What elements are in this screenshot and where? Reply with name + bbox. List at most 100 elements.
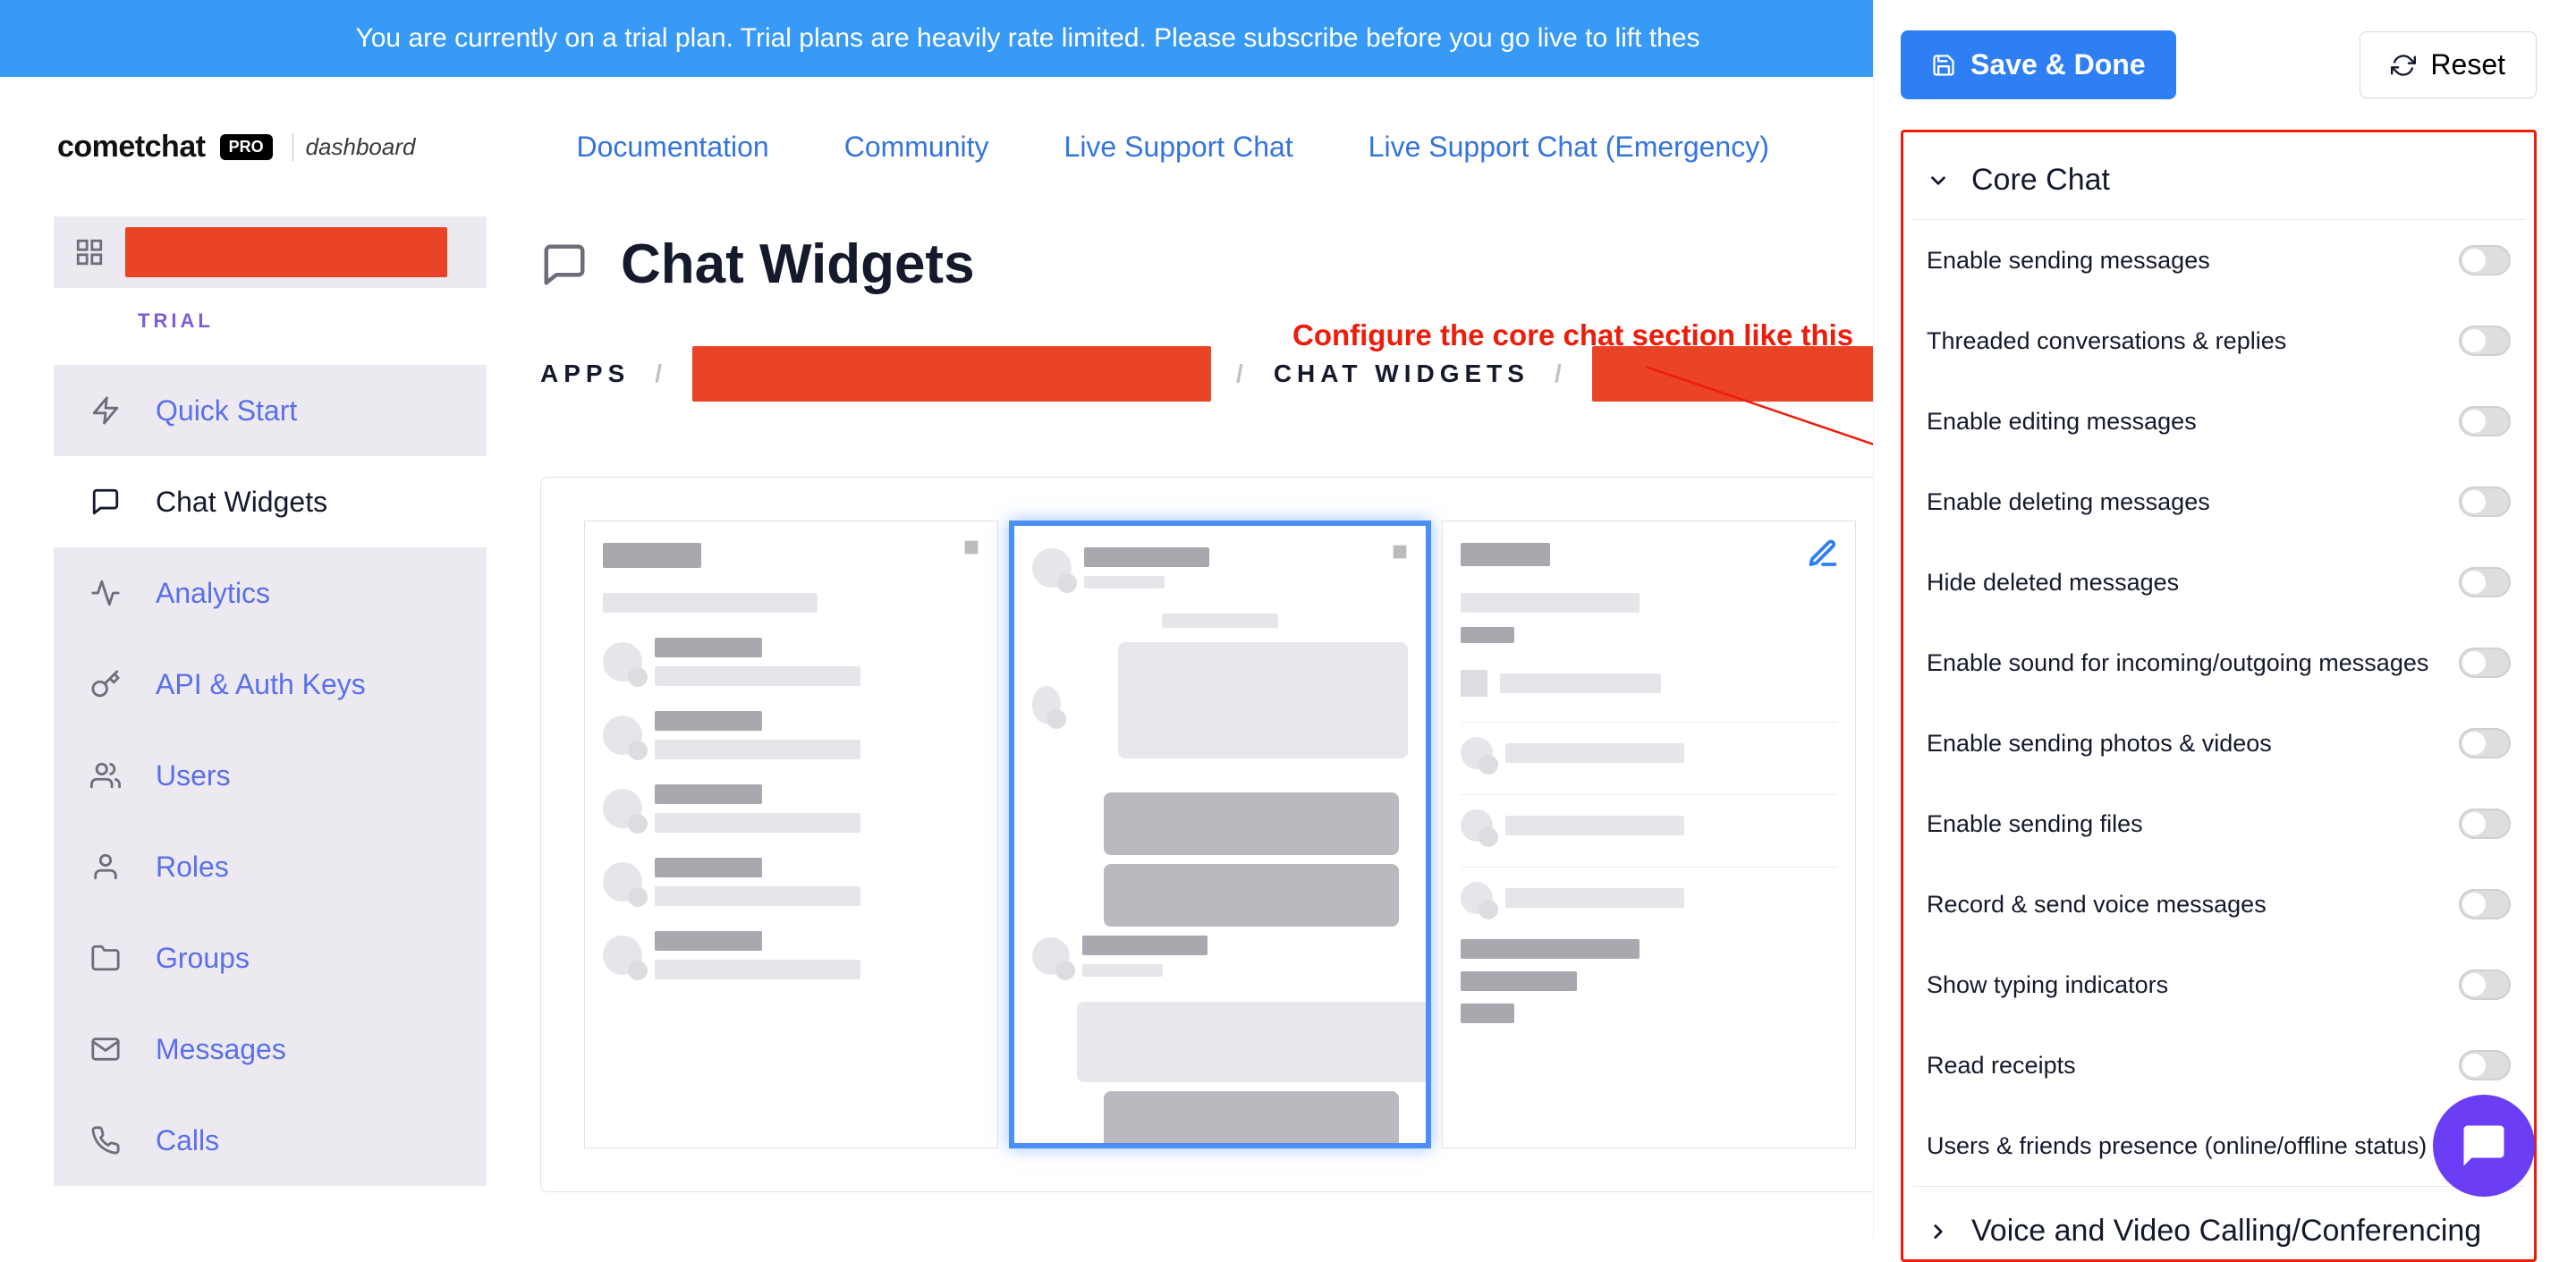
toggle-row: Enable editing messages xyxy=(1912,381,2525,462)
toggle-label: Enable sending photos & videos xyxy=(1927,730,2272,758)
app-name-redacted xyxy=(125,227,447,277)
voice-video-header[interactable]: Voice and Video Calling/Conferencing xyxy=(1912,1186,2525,1262)
toggle-switch[interactable] xyxy=(2459,406,2511,436)
chat-icon xyxy=(540,241,589,289)
logo-name: cometchat xyxy=(57,130,206,165)
sidebar-item-messages[interactable]: Messages xyxy=(54,1004,487,1095)
phone-icon xyxy=(86,1121,125,1160)
sidebar-item-users[interactable]: Users xyxy=(54,730,487,821)
voice-video-title: Voice and Video Calling/Conferencing xyxy=(1971,1214,2481,1249)
sidebar-item-quick-start[interactable]: Quick Start xyxy=(54,365,487,456)
toggle-label: Record & send voice messages xyxy=(1927,891,2267,919)
breadcrumb-sep: / xyxy=(655,360,667,388)
sidebar-item-label: Groups xyxy=(156,942,250,975)
toggle-switch[interactable] xyxy=(2459,326,2511,356)
sidebar-item-roles[interactable]: Roles xyxy=(54,821,487,912)
activity-icon xyxy=(86,573,125,613)
trial-chip: TRIAL xyxy=(125,302,226,340)
annotation-text: Configure the core chat section like thi… xyxy=(1292,318,1853,352)
widget-preview xyxy=(540,477,1900,1192)
toggle-label: Enable deleting messages xyxy=(1927,488,2210,516)
toggle-row: Hide deleted messages xyxy=(1912,542,2525,623)
bolt-icon xyxy=(86,391,125,430)
reset-icon xyxy=(2391,53,2416,78)
toggle-row: Enable sending messages xyxy=(1912,220,2525,301)
sidebar-item-label: Messages xyxy=(156,1033,286,1066)
edit-icon[interactable] xyxy=(1807,538,1839,570)
apps-grid-icon xyxy=(68,231,111,274)
breadcrumb-sep: / xyxy=(1555,360,1567,388)
chevron-down-icon xyxy=(1927,169,1950,192)
toggle-label: Users & friends presence (online/offline… xyxy=(1927,1132,2440,1160)
users-icon xyxy=(86,756,125,795)
toggle-switch[interactable] xyxy=(2459,970,2511,1000)
toggle-row: Record & send voice messages xyxy=(1912,864,2525,944)
toggle-switch[interactable] xyxy=(2459,567,2511,597)
sidebar-nav: Quick Start Chat Widgets Analytics API &… xyxy=(54,365,487,1186)
toggle-label: Enable sending messages xyxy=(1927,247,2210,275)
mail-icon xyxy=(86,1029,125,1069)
sidebar-item-label: Users xyxy=(156,759,231,792)
toggle-row: Threaded conversations & replies xyxy=(1912,301,2525,381)
nav-documentation[interactable]: Documentation xyxy=(576,131,768,164)
nav-support-emergency[interactable]: Live Support Chat (Emergency) xyxy=(1368,131,1769,164)
trial-banner: You are currently on a trial plan. Trial… xyxy=(0,0,2055,77)
nav-support[interactable]: Live Support Chat xyxy=(1064,131,1293,164)
toggle-switch[interactable] xyxy=(2459,487,2511,517)
core-chat-header[interactable]: Core Chat xyxy=(1912,141,2525,220)
sidebar-item-label: Chat Widgets xyxy=(156,486,327,519)
sidebar-item-chat-widgets[interactable]: Chat Widgets xyxy=(54,456,487,547)
toggle-label: Enable sending files xyxy=(1927,810,2143,838)
toggle-label: Read receipts xyxy=(1927,1052,2076,1080)
sidebar-item-calls[interactable]: Calls xyxy=(54,1095,487,1186)
key-icon xyxy=(86,665,125,704)
reset-button[interactable]: Reset xyxy=(2360,31,2537,98)
toggle-label: Enable editing messages xyxy=(1927,408,2197,436)
sidebar-item-label: API & Auth Keys xyxy=(156,668,366,701)
more-icon[interactable] xyxy=(962,538,981,557)
logo-dashboard: dashboard xyxy=(292,133,416,161)
chat-bubble-icon xyxy=(2460,1122,2508,1170)
sidebar-item-api-keys[interactable]: API & Auth Keys xyxy=(54,639,487,730)
page-title-text: Chat Widgets xyxy=(621,233,975,296)
save-button[interactable]: Save & Done xyxy=(1901,30,2176,99)
sidebar-item-label: Roles xyxy=(156,851,229,884)
sidebar-item-analytics[interactable]: Analytics xyxy=(54,547,487,639)
toggle-switch[interactable] xyxy=(2459,889,2511,919)
sidebar-item-label: Calls xyxy=(156,1124,219,1157)
top-nav: Documentation Community Live Support Cha… xyxy=(576,131,1768,164)
sidebar-item-label: Analytics xyxy=(156,577,270,610)
sidebar: TRIAL Quick Start Chat Widgets Analytics… xyxy=(0,216,487,1192)
toggle-switch[interactable] xyxy=(2459,648,2511,678)
help-chat-button[interactable] xyxy=(2433,1095,2535,1197)
toggle-switch[interactable] xyxy=(2459,728,2511,758)
logo: cometchat PRO dashboard xyxy=(57,130,415,165)
sidebar-item-label: Quick Start xyxy=(156,394,297,428)
core-chat-section: Core Chat Enable sending messages Threade… xyxy=(1901,130,2537,1262)
toggle-row: Enable sound for incoming/outgoing messa… xyxy=(1912,623,2525,703)
breadcrumb-sep: / xyxy=(1236,360,1249,388)
app-selector[interactable] xyxy=(54,216,487,288)
breadcrumb-app-redacted[interactable] xyxy=(692,346,1211,402)
toggle-label: Show typing indicators xyxy=(1927,971,2168,999)
nav-community[interactable]: Community xyxy=(844,131,989,164)
preview-column-contacts[interactable] xyxy=(584,521,998,1148)
toggle-switch[interactable] xyxy=(2459,1050,2511,1080)
toggle-switch[interactable] xyxy=(2459,809,2511,839)
toggle-row: Enable deleting messages xyxy=(1912,462,2525,542)
user-icon xyxy=(86,847,125,886)
settings-panel: Save & Done Reset Core Chat Enable sendi… xyxy=(1873,0,2563,1238)
sidebar-item-groups[interactable]: Groups xyxy=(54,912,487,1004)
save-icon xyxy=(1931,53,1956,78)
reset-label: Reset xyxy=(2430,48,2505,81)
more-icon[interactable] xyxy=(1390,542,1410,562)
toggle-switch[interactable] xyxy=(2459,245,2511,275)
toggle-row: Enable sending photos & videos xyxy=(1912,703,2525,783)
chat-icon xyxy=(86,482,125,521)
breadcrumb-chat-widgets[interactable]: CHAT WIDGETS xyxy=(1274,360,1530,388)
core-chat-title: Core Chat xyxy=(1971,163,2110,198)
toggle-label: Enable sound for incoming/outgoing messa… xyxy=(1927,649,2428,677)
breadcrumb-apps[interactable]: APPS xyxy=(540,360,630,388)
preview-column-details[interactable] xyxy=(1442,521,1856,1148)
preview-column-conversation[interactable] xyxy=(1009,521,1432,1148)
